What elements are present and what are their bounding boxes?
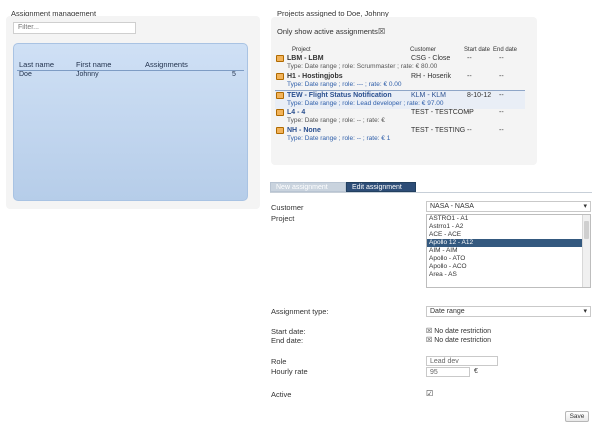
listbox-scrollbar[interactable]: [582, 215, 590, 287]
project-detail: Type: Date range ; role: --- ; rate: € 0…: [287, 81, 402, 88]
only-active-label: Only show active assignments: [277, 27, 378, 36]
employee-table: Last name First name Assignments Doe Joh…: [13, 43, 248, 201]
project-option[interactable]: Apollo - ACO: [427, 263, 590, 271]
table-row[interactable]: Doe Johnny 5: [17, 70, 244, 80]
tab-new-assignment[interactable]: New assignment: [270, 182, 346, 192]
header-project: Project: [292, 47, 311, 53]
customer-select[interactable]: NASA - NASA ▾: [426, 201, 591, 212]
col-last-name[interactable]: Last name: [19, 60, 54, 69]
save-button[interactable]: Save: [565, 411, 589, 422]
active-checkbox[interactable]: ☑: [426, 389, 433, 398]
project-icon: [276, 55, 284, 62]
role-input[interactable]: Lead dev: [426, 356, 498, 366]
hourly-rate-input[interactable]: 95: [426, 367, 470, 377]
project-start: --: [467, 55, 472, 62]
project-option[interactable]: ASTRO1 - A1: [427, 215, 590, 223]
start-no-restriction[interactable]: ☒ No date restriction: [426, 327, 491, 335]
project-name: H1 - Hostingjobs: [287, 73, 343, 80]
project-name: LBM - LBM: [287, 55, 324, 62]
scrollbar-thumb[interactable]: [584, 221, 589, 239]
project-option[interactable]: AIM - AIM: [427, 247, 590, 255]
tab-divider: [270, 192, 592, 193]
project-icon: [276, 73, 284, 80]
project-row[interactable]: LBM - LBM CSG - Close -- -- Type: Date r…: [275, 54, 525, 72]
project-row[interactable]: H1 - Hostingjobs RH - Hoserik -- -- Type…: [275, 72, 525, 90]
project-icon: [276, 127, 284, 134]
hourly-rate-label: Hourly rate: [271, 367, 308, 376]
rate-unit: €: [474, 368, 478, 375]
assignment-type-select[interactable]: Date range ▾: [426, 306, 591, 317]
only-active-checkbox[interactable]: ☒: [378, 27, 385, 36]
project-option[interactable]: Area - AS: [427, 271, 590, 279]
projects-panel: Only show active assignments ☒ Project C…: [271, 17, 537, 165]
project-end: --: [499, 92, 504, 99]
project-name: NH - None: [287, 127, 321, 134]
chevron-down-icon: ▾: [583, 203, 587, 210]
project-start: --: [467, 73, 472, 80]
project-option[interactable]: Astrro1 - A2: [427, 223, 590, 231]
project-end: --: [499, 55, 504, 62]
customer-value: NASA - NASA: [430, 203, 474, 210]
project-customer: CSG - Close: [411, 55, 451, 62]
project-start: 8-10-12: [467, 92, 492, 99]
cell-last-name: Doe: [19, 71, 32, 78]
project-row[interactable]: L4 - 4 TEST - TESTCOMP -- -- Type: Date …: [275, 108, 525, 126]
col-first-name[interactable]: First name: [76, 60, 111, 69]
project-detail: Type: Date range ; role: Lead developer …: [287, 100, 444, 107]
project-icon: [276, 109, 284, 116]
project-start: --: [467, 127, 472, 134]
project-option[interactable]: Apollo - ATO: [427, 255, 590, 263]
project-customer: KLM - KLM: [411, 92, 447, 99]
project-customer: TEST - TESTCOMP: [411, 109, 474, 116]
project-row-selected[interactable]: TEW - Flight Status Notification KLM - K…: [275, 90, 525, 109]
header-start-date: Start date: [464, 47, 491, 53]
project-detail: Type: Date range ; role: -- ; rate: €: [287, 117, 385, 124]
start-date-label: Start date:: [271, 327, 306, 336]
header-customer: Customer: [410, 47, 437, 53]
project-customer: RH - Hoserik: [411, 73, 452, 80]
project-option[interactable]: ACE - ACE: [427, 231, 590, 239]
project-listbox[interactable]: ASTRO1 - A1 Astrro1 - A2 ACE - ACE Apoll…: [426, 214, 591, 288]
project-detail: Type: Date range ; role: -- ; rate: € 1: [287, 135, 391, 142]
chevron-down-icon: ▾: [583, 308, 587, 315]
project-row[interactable]: NH - None TEST - TESTING -- -- Type: Dat…: [275, 126, 525, 144]
project-end: --: [499, 109, 504, 116]
project-customer: TEST - TESTING: [411, 127, 466, 134]
filter-input[interactable]: [13, 22, 136, 34]
end-date-label: End date:: [271, 336, 304, 345]
active-label: Active: [271, 390, 292, 399]
project-label: Project: [271, 214, 295, 223]
cell-assignments: 5: [232, 71, 236, 78]
project-icon: [276, 92, 284, 99]
assignment-type-value: Date range: [430, 308, 465, 315]
project-detail: Type: Date range ; role: Scrummaster ; r…: [287, 63, 438, 70]
project-end: --: [499, 127, 504, 134]
header-end-date: End date: [493, 47, 518, 53]
end-no-restriction[interactable]: ☒ No date restriction: [426, 336, 491, 344]
cell-first-name: Johnny: [76, 71, 99, 78]
col-assignments[interactable]: Assignments: [145, 60, 188, 69]
project-name: L4 - 4: [287, 109, 306, 116]
project-end: --: [499, 73, 504, 80]
project-option-selected[interactable]: Apollo 12 - A12: [427, 239, 590, 247]
customer-label: Customer: [271, 203, 304, 212]
role-label: Role: [271, 357, 287, 366]
tab-edit-assignment[interactable]: Edit assignment: [346, 182, 416, 192]
project-name: TEW - Flight Status Notification: [287, 92, 392, 99]
assignment-type-label: Assignment type:: [271, 307, 329, 316]
project-start: --: [467, 109, 472, 116]
